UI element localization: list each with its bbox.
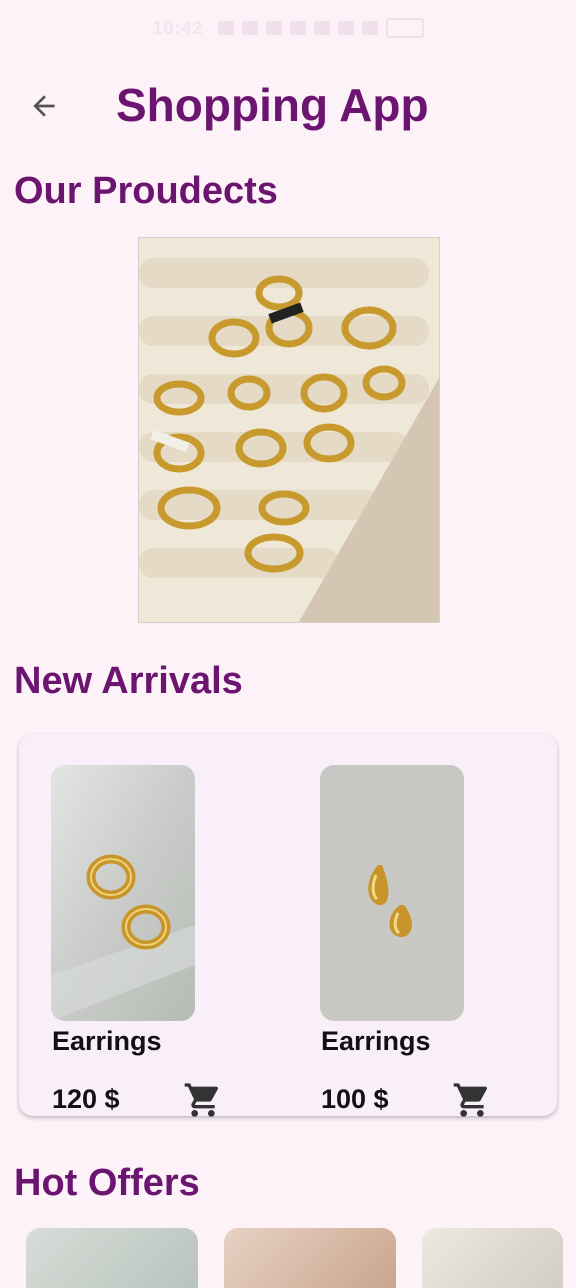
- section-title-products: Our Proudects: [14, 170, 278, 212]
- tiktok-icon: [265, 21, 282, 35]
- signal-icon: [361, 21, 378, 35]
- battery-icon: [385, 18, 424, 38]
- new-arrivals-card: Earrings 120 $ Earrings 100 $: [19, 734, 557, 1117]
- notification-icon: [313, 21, 330, 35]
- status-icons: [217, 18, 424, 38]
- product-item[interactable]: Earrings 120 $: [19, 734, 239, 1117]
- notification-icon: [217, 21, 234, 35]
- offer-item[interactable]: [224, 1228, 396, 1288]
- product-image[interactable]: [320, 765, 464, 1021]
- arrow-left-icon: [33, 95, 55, 117]
- add-to-cart-button[interactable]: [452, 1080, 492, 1120]
- page-title: Shopping App: [116, 79, 429, 131]
- wifi-icon: [337, 21, 354, 35]
- product-price: 100 $: [321, 1084, 389, 1114]
- product-name: Earrings: [52, 1026, 162, 1056]
- hero-image: [138, 237, 440, 623]
- status-bar: 10:42: [0, 0, 576, 56]
- product-name: Earrings: [321, 1026, 431, 1056]
- notification-icon: [241, 21, 258, 35]
- status-time: 10:42: [152, 17, 204, 38]
- cart-icon: [453, 1083, 488, 1117]
- offer-item[interactable]: [422, 1228, 563, 1288]
- offer-item[interactable]: [26, 1228, 198, 1288]
- section-title-new-arrivals: New Arrivals: [14, 660, 243, 702]
- product-item[interactable]: Earrings 100 $: [288, 734, 508, 1117]
- product-image[interactable]: [51, 765, 195, 1021]
- section-title-hot-offers: Hot Offers: [14, 1162, 200, 1204]
- add-to-cart-button[interactable]: [183, 1080, 223, 1120]
- app-bar: Shopping App: [0, 64, 576, 148]
- cart-icon: [184, 1083, 219, 1117]
- back-button[interactable]: [22, 84, 66, 128]
- notification-icon: [289, 21, 306, 35]
- product-price: 120 $: [52, 1084, 120, 1114]
